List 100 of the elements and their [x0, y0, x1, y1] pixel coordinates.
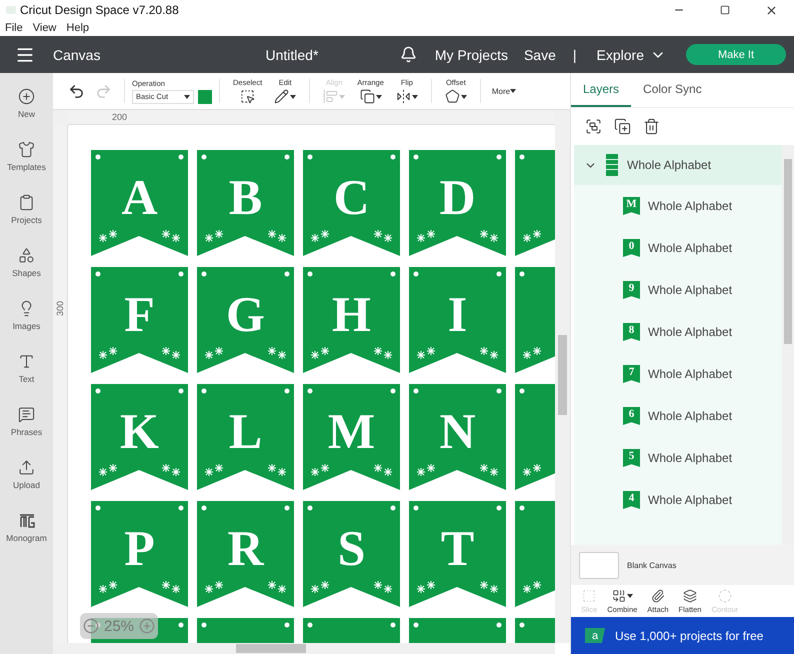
- vertical-ruler: 300: [53, 125, 68, 643]
- delete-icon[interactable]: [643, 118, 660, 135]
- explore-link[interactable]: Explore: [596, 46, 644, 62]
- deselect-icon: [240, 89, 256, 104]
- panel-tab[interactable]: Color Sync: [631, 73, 714, 107]
- close-icon: [764, 4, 778, 16]
- project-title: Untitled*: [265, 46, 318, 62]
- align-icon: [323, 89, 338, 104]
- banner-letter: M: [328, 403, 376, 459]
- promo-logo: a: [585, 628, 605, 643]
- sidebar-item[interactable]: New: [0, 77, 53, 130]
- banner-letter: F: [124, 286, 155, 342]
- banner-letter: L: [228, 403, 262, 459]
- layer-name: Whole Alphabet: [627, 158, 712, 172]
- layer-row[interactable]: 0 Whole Alphabet: [574, 227, 782, 269]
- banner-letter: K: [120, 403, 159, 459]
- projects-icon: [18, 194, 35, 211]
- sidebar-item[interactable]: Projects: [0, 183, 53, 236]
- banner-letter: N: [439, 403, 476, 459]
- layer-thumbnail: 0: [623, 239, 640, 257]
- zoom-out-button[interactable]: [83, 618, 99, 634]
- attach-icon: [650, 588, 665, 602]
- sidebar-item[interactable]: Templates: [0, 130, 53, 183]
- banner-letter: G: [226, 286, 265, 342]
- header-link[interactable]: My Projects: [434, 46, 508, 62]
- contour-icon: [718, 588, 732, 602]
- layer-thumbnail: M: [623, 197, 640, 215]
- canvas-name: Blank Canvas: [627, 560, 676, 570]
- bell-icon[interactable]: [400, 46, 417, 63]
- caret-icon: [339, 94, 346, 98]
- menu-item[interactable]: Help: [66, 22, 90, 34]
- caret-icon: [290, 94, 296, 98]
- layer-thumbnail: 6: [623, 407, 640, 425]
- layer-row[interactable]: 7 Whole Alphabet: [574, 353, 782, 395]
- layer-name: Whole Alphabet: [648, 199, 732, 213]
- templates-icon: [18, 141, 35, 158]
- banner-letter: S: [338, 520, 366, 576]
- layer-row[interactable]: 4 Whole Alphabet: [574, 479, 782, 521]
- redo-icon: [95, 82, 112, 100]
- header-link[interactable]: Save: [524, 46, 556, 62]
- sidebar-item[interactable]: Upload: [0, 448, 53, 501]
- monogram-icon: [18, 512, 34, 528]
- layer-name: Whole Alphabet: [648, 451, 732, 465]
- layer-name: Whole Alphabet: [648, 325, 732, 339]
- horizontal-scrollbar[interactable]: [53, 643, 555, 654]
- layer-row[interactable]: 5 Whole Alphabet: [574, 437, 782, 479]
- layer-group-row[interactable]: Whole Alphabet: [574, 145, 782, 185]
- sidebar-item[interactable]: Phrases: [0, 395, 53, 448]
- panel-tab[interactable]: Layers: [571, 73, 632, 107]
- maximize-icon: [720, 5, 730, 15]
- layer-row[interactable]: M Whole Alphabet: [574, 185, 782, 227]
- banner-letter: D: [439, 169, 476, 225]
- flip-icon: [396, 89, 411, 104]
- layer-name: Whole Alphabet: [648, 493, 732, 507]
- shapes-icon: [18, 247, 35, 264]
- vertical-scrollbar[interactable]: [555, 110, 570, 643]
- layer-name: Whole Alphabet: [648, 241, 732, 255]
- window-title: Cricut Design Space v7.20.88: [20, 3, 180, 17]
- menu-item[interactable]: View: [32, 22, 56, 34]
- separator-text: |: [572, 46, 577, 62]
- layer-name: Whole Alphabet: [648, 367, 732, 381]
- promo-banner[interactable]: a Use 1,000+ projects for free: [571, 617, 794, 654]
- section-title: Canvas: [53, 46, 100, 62]
- zoom-out-icon: [83, 618, 99, 634]
- layer-row[interactable]: 9 Whole Alphabet: [574, 269, 782, 311]
- banner-letter: I: [448, 286, 468, 342]
- banner-letter: T: [440, 520, 474, 576]
- layer-row[interactable]: 6 Whole Alphabet: [574, 395, 782, 437]
- sidebar-item[interactable]: Text: [0, 342, 53, 395]
- layer-name: Whole Alphabet: [648, 283, 732, 297]
- sidebar-item[interactable]: Shapes: [0, 236, 53, 289]
- layer-thumbnail: 5: [623, 449, 640, 467]
- canvas-thumbnail[interactable]: [579, 552, 619, 578]
- layers-scrollbar[interactable]: [782, 145, 794, 545]
- combine-icon: [612, 588, 626, 602]
- layer-thumbnail: 7: [623, 365, 640, 383]
- duplicate-icon[interactable]: [614, 118, 631, 135]
- layer-row[interactable]: 8 Whole Alphabet: [574, 311, 782, 353]
- zoom-in-icon: [139, 618, 155, 634]
- zoom-level: 25%: [104, 618, 134, 634]
- caret-icon: [376, 94, 382, 98]
- banner-letter: H: [332, 286, 371, 342]
- banner-letter: R: [227, 520, 264, 576]
- arrange-icon: [360, 89, 375, 104]
- menu-item[interactable]: File: [5, 22, 23, 34]
- new-icon: [18, 88, 35, 105]
- layer-thumbnail: 9: [623, 281, 640, 299]
- caret-icon: [184, 94, 190, 98]
- more-label: More: [492, 86, 510, 96]
- more-button[interactable]: More: [488, 86, 520, 96]
- stack-icon: [606, 154, 618, 176]
- color-swatch[interactable]: [198, 90, 212, 104]
- sidebar-item[interactable]: Images: [0, 289, 53, 342]
- caret-icon: [510, 89, 516, 93]
- sidebar-item[interactable]: Monogram: [0, 501, 53, 554]
- layer-name: Whole Alphabet: [648, 409, 732, 423]
- banner-letter: C: [333, 169, 370, 225]
- banner-letter: A: [121, 169, 158, 225]
- offset-icon: [444, 89, 460, 104]
- group-icon[interactable]: [585, 118, 602, 135]
